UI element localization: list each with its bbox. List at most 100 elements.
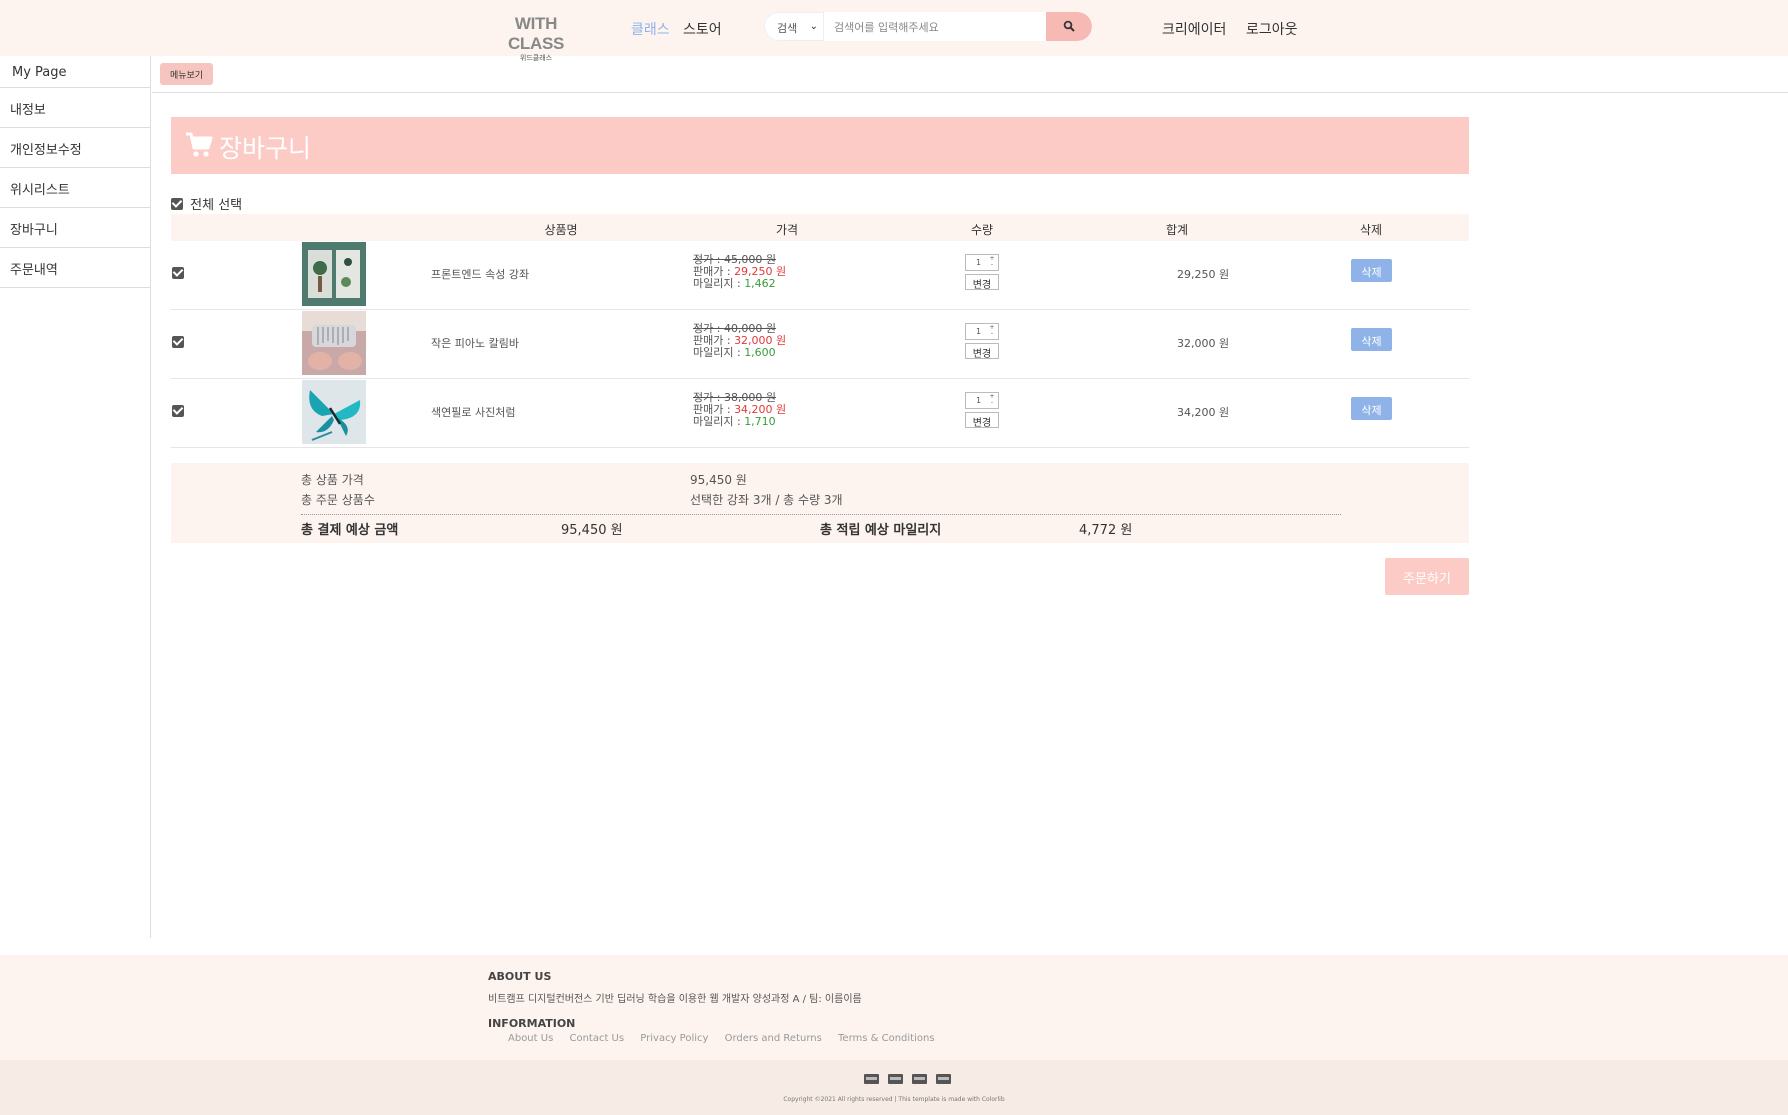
product-name[interactable]: 작은 피아노 칼림바 bbox=[431, 335, 519, 351]
table-row: 작은 피아노 칼림바 정가 : 40,000 원 판매가 : 32,000 원 … bbox=[171, 310, 1469, 379]
footer-links: About Us Contact Us Privacy Policy Order… bbox=[508, 1033, 948, 1044]
search-button[interactable] bbox=[1046, 12, 1092, 41]
table-row: 프론트엔드 속성 강좌 정가 : 45,000 원 판매가 : 29,250 원… bbox=[171, 241, 1469, 310]
sidebar: My Page 내정보 개인정보수정 위시리스트 장바구니 주문내역 bbox=[0, 56, 151, 938]
delete-button[interactable]: 삭제 bbox=[1351, 328, 1392, 351]
footer-link-privacy[interactable]: Privacy Policy bbox=[640, 1033, 708, 1044]
cart-icon bbox=[186, 132, 213, 157]
expected-mileage-label: 총 적립 예상 마일리지 bbox=[820, 523, 942, 538]
nav-store-link[interactable]: 스토어 bbox=[683, 19, 722, 39]
quantity-stepper[interactable]: 1 + - bbox=[965, 323, 999, 340]
footer-link-about[interactable]: About Us bbox=[508, 1033, 553, 1044]
footer-link-orders[interactable]: Orders and Returns bbox=[725, 1033, 822, 1044]
header-qty: 수량 bbox=[970, 223, 994, 237]
page-banner: 장바구니 bbox=[171, 117, 1469, 174]
mileage-value: 1,600 bbox=[744, 346, 776, 359]
quantity-value: 1 bbox=[976, 396, 982, 405]
sidebar-item-orders[interactable]: 주문내역 bbox=[0, 248, 150, 288]
table-row: 색연필로 사진처럼 정가 : 38,000 원 판매가 : 34,200 원 마… bbox=[171, 379, 1469, 448]
price-block: 정가 : 40,000 원 판매가 : 32,000 원 마일리지 : 1,60… bbox=[693, 323, 786, 359]
quantity-value: 1 bbox=[976, 258, 982, 267]
footer-bottom: Copyright ©2021 All rights reserved | Th… bbox=[0, 1060, 1788, 1115]
paypal-icon bbox=[912, 1074, 928, 1084]
page-title: 장바구니 bbox=[219, 134, 312, 163]
select-all-label: 전체 선택 bbox=[190, 198, 243, 213]
row-checkbox[interactable] bbox=[172, 336, 184, 348]
credit-card-icon bbox=[888, 1074, 904, 1084]
sidebar-title: My Page bbox=[0, 56, 150, 88]
top-header: WITH CLASS 위드클래스 클래스 스토어 검색 ⌄ 검색어를 입력해주세… bbox=[0, 0, 1788, 62]
quantity-stepper[interactable]: 1 + - bbox=[965, 254, 999, 271]
stepper-arrows-icon[interactable]: + - bbox=[988, 394, 996, 406]
footer-about-title: ABOUT US bbox=[488, 970, 552, 983]
stepper-arrows-icon[interactable]: + - bbox=[988, 256, 996, 268]
chevron-down-icon: ⌄ bbox=[809, 21, 818, 32]
footer-link-contact[interactable]: Contact Us bbox=[569, 1033, 624, 1044]
select-all[interactable]: 전체 선택 bbox=[171, 194, 242, 213]
price-block: 정가 : 45,000 원 판매가 : 29,250 원 마일리지 : 1,46… bbox=[693, 254, 786, 290]
product-thumbnail[interactable] bbox=[302, 242, 366, 306]
footer-link-terms[interactable]: Terms & Conditions bbox=[838, 1033, 935, 1044]
mileage-value: 1,462 bbox=[744, 277, 776, 290]
change-quantity-button[interactable]: 변경 bbox=[965, 412, 999, 429]
delete-button[interactable]: 삭제 bbox=[1351, 259, 1392, 282]
visa-icon bbox=[864, 1074, 879, 1084]
summary-divider bbox=[301, 514, 1341, 515]
nav-logout-link[interactable]: 로그아웃 bbox=[1246, 19, 1298, 39]
logo[interactable]: WITH CLASS 위드클래스 bbox=[490, 14, 582, 63]
stepper-arrows-icon[interactable]: + - bbox=[988, 325, 996, 337]
header-name: 상품명 bbox=[544, 223, 578, 237]
expected-mileage-value: 4,772 원 bbox=[1079, 523, 1133, 538]
search-input[interactable]: 검색어를 입력해주세요 bbox=[826, 12, 1048, 41]
menu-toggle-button[interactable]: 메뉴보기 bbox=[160, 63, 213, 85]
search-bar: 검색 ⌄ 검색어를 입력해주세요 bbox=[764, 12, 1092, 41]
product-thumbnail[interactable] bbox=[302, 311, 366, 375]
header-total: 합계 bbox=[1165, 223, 1189, 237]
logo-main-text: WITH CLASS bbox=[507, 14, 565, 53]
copyright-text: Copyright ©2021 All rights reserved | Th… bbox=[783, 1096, 1005, 1103]
expected-payment-label: 총 결제 예상 금액 bbox=[301, 523, 399, 538]
table-header: 상품명 가격 수량 합계 삭제 bbox=[171, 214, 1469, 241]
row-checkbox[interactable] bbox=[172, 267, 184, 279]
price-block: 정가 : 38,000 원 판매가 : 34,200 원 마일리지 : 1,71… bbox=[693, 392, 786, 428]
product-name[interactable]: 색연필로 사진처럼 bbox=[431, 404, 515, 420]
search-icon bbox=[1063, 20, 1075, 32]
expected-payment-value: 95,450 원 bbox=[561, 523, 623, 538]
divider bbox=[152, 92, 1788, 93]
logo-sub-text: 위드클래스 bbox=[519, 54, 553, 62]
payment-icons bbox=[864, 1069, 955, 1088]
total-price-value: 95,450 원 bbox=[690, 473, 747, 487]
mileage-label: 마일리지 : bbox=[693, 415, 745, 428]
footer-about-desc: 비트캠프 디지털컨버전스 기반 딥러닝 학습을 이용한 웹 개발자 양성과정 A… bbox=[488, 994, 862, 1005]
line-total: 32,000 원 bbox=[1177, 337, 1230, 350]
order-summary: 총 상품 가격 95,450 원 총 주문 상품수 선택한 강좌 3개 / 총 … bbox=[171, 463, 1469, 543]
sidebar-item-edit-profile[interactable]: 개인정보수정 bbox=[0, 128, 150, 168]
product-thumbnail[interactable] bbox=[302, 380, 366, 444]
line-total: 29,250 원 bbox=[1177, 268, 1230, 281]
quantity-stepper[interactable]: 1 + - bbox=[965, 392, 999, 409]
footer: ABOUT US 비트캠프 디지털컨버전스 기반 딥러닝 학습을 이용한 웹 개… bbox=[0, 955, 1788, 1060]
mileage-label: 마일리지 : bbox=[693, 277, 745, 290]
line-total: 34,200 원 bbox=[1177, 406, 1230, 419]
header-delete: 삭제 bbox=[1359, 223, 1383, 237]
nav-creator-link[interactable]: 크리에이터 bbox=[1162, 19, 1226, 39]
delete-button[interactable]: 삭제 bbox=[1351, 397, 1392, 420]
sidebar-item-my-info[interactable]: 내정보 bbox=[0, 88, 150, 128]
sidebar-item-wishlist[interactable]: 위시리스트 bbox=[0, 168, 150, 208]
total-items-value: 선택한 강좌 3개 / 총 수량 3개 bbox=[690, 493, 843, 507]
select-all-checkbox[interactable] bbox=[171, 198, 183, 210]
sidebar-item-cart[interactable]: 장바구니 bbox=[0, 208, 150, 248]
change-quantity-button[interactable]: 변경 bbox=[965, 343, 999, 360]
total-items-label: 총 주문 상품수 bbox=[301, 493, 375, 507]
order-button[interactable]: 주문하기 bbox=[1385, 558, 1469, 595]
change-quantity-button[interactable]: 변경 bbox=[965, 274, 999, 291]
product-name[interactable]: 프론트엔드 속성 강좌 bbox=[431, 266, 529, 282]
total-price-label: 총 상품 가격 bbox=[301, 473, 364, 487]
nav-class-link[interactable]: 클래스 bbox=[631, 19, 670, 39]
search-category-select[interactable]: 검색 ⌄ bbox=[764, 12, 824, 41]
mastercard-icon bbox=[936, 1074, 952, 1084]
row-checkbox[interactable] bbox=[172, 405, 184, 417]
search-category-value: 검색 bbox=[777, 22, 798, 35]
mileage-value: 1,710 bbox=[744, 415, 776, 428]
mileage-label: 마일리지 : bbox=[693, 346, 745, 359]
